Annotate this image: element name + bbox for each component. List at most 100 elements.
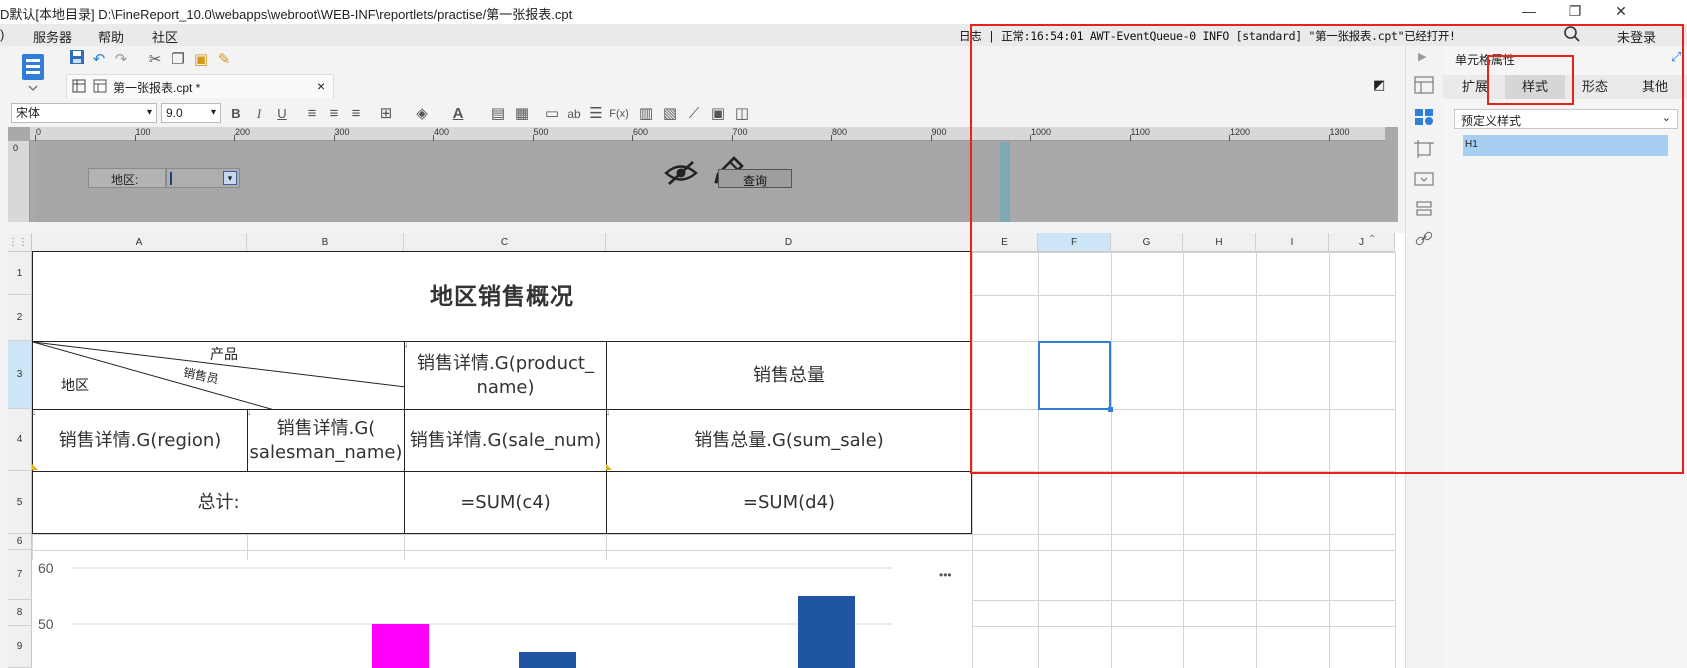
align-center-icon[interactable]: ≡ [323, 103, 345, 125]
bold-button[interactable]: B [225, 103, 247, 125]
cell-c3[interactable]: 销售详情.G(product_ name) [404, 341, 607, 410]
close-window-button[interactable]: ✕ [1598, 0, 1644, 22]
cut-icon[interactable]: ✂ [144, 49, 166, 71]
column-header-a[interactable]: A [32, 233, 247, 252]
chart-bar[interactable] [372, 624, 429, 668]
scroll-up-icon[interactable]: ⌃ [1368, 234, 1376, 245]
column-header-i[interactable]: I [1256, 233, 1329, 252]
float-element-icon[interactable] [1414, 140, 1434, 161]
panel-toggle-icon[interactable]: ◩ [1373, 77, 1385, 93]
redo-icon[interactable]: ↷ [110, 49, 132, 71]
cell-a5[interactable]: 总计: [32, 471, 405, 534]
combo-dropdown-icon[interactable]: ▾ [223, 171, 237, 185]
cell-b4[interactable]: 销售详情.G( salesman_name) [247, 409, 405, 472]
cell-d5[interactable]: =SUM(d4) [606, 471, 972, 534]
row-header-2[interactable]: 2 [8, 295, 32, 341]
tab-expand[interactable]: 扩展 [1445, 75, 1505, 99]
menu-server[interactable]: 服务器 [33, 27, 72, 46]
cell-c4[interactable]: 销售详情.G(sale_num) [404, 409, 607, 472]
font-size-select[interactable]: 9.0 ▾ [161, 103, 221, 123]
tab-close-button[interactable]: × [317, 78, 325, 94]
column-header-j[interactable]: J [1329, 233, 1395, 252]
cell-a4[interactable]: 销售详情.G(region) [32, 409, 248, 472]
merge-cells-icon[interactable]: ▤ [487, 103, 509, 125]
italic-button[interactable]: I [248, 103, 270, 125]
chart-more-button[interactable]: ••• [939, 568, 952, 582]
align-left-icon[interactable]: ≡ [301, 103, 323, 125]
column-header-h[interactable]: H [1183, 233, 1256, 252]
template-menu-icon[interactable] [19, 52, 47, 94]
row-header-7[interactable]: 7 [8, 550, 32, 600]
region-combo[interactable]: ▾ [166, 168, 240, 188]
undo-icon[interactable]: ↶ [88, 49, 110, 71]
row-header-6[interactable]: 6 [8, 534, 32, 550]
column-header-b[interactable]: B [247, 233, 404, 252]
parameter-resize-handle[interactable] [1000, 142, 1010, 222]
fill-handle[interactable] [1108, 407, 1113, 412]
insert-slash-icon[interactable]: ⟋ [683, 103, 705, 125]
collapse-arrow-icon[interactable]: ▶ [1418, 50, 1426, 63]
tab-style[interactable]: 样式 [1505, 75, 1565, 99]
cell-c5[interactable]: =SUM(c4) [404, 471, 607, 534]
insert-rich-text-button[interactable]: ab [563, 103, 585, 125]
hide-eye-icon[interactable] [664, 160, 698, 189]
font-family-select[interactable]: 宋体 ▾ [11, 103, 157, 123]
cell-d4[interactable]: 销售总量.G(sum_sale) [606, 409, 972, 472]
insert-chart-icon[interactable]: ▥ [635, 103, 657, 125]
chart-widget[interactable]: 60 50 ••• [32, 560, 972, 668]
selected-cell-f3[interactable] [1038, 341, 1111, 410]
minimize-button[interactable]: — [1506, 0, 1552, 22]
row-header-9[interactable]: 9 [8, 626, 32, 668]
row-header-5[interactable]: 5 [8, 471, 32, 534]
cell-a1-title[interactable]: 地区销售概况 [32, 251, 972, 342]
fill-color-icon[interactable]: ◈ [411, 103, 433, 125]
insert-text-icon[interactable]: ▭ [541, 103, 563, 125]
insert-float-icon[interactable]: ◫ [731, 103, 753, 125]
row-header-8[interactable]: 8 [8, 600, 32, 626]
menu-help[interactable]: 帮助 [98, 27, 124, 46]
grid-view-icon[interactable] [72, 79, 86, 96]
cell-element-icon[interactable] [1414, 76, 1434, 97]
insert-image-icon[interactable]: ▧ [659, 103, 681, 125]
hyperlink-icon[interactable] [1414, 230, 1434, 251]
chart-bar[interactable] [798, 596, 855, 668]
insert-formula-button[interactable]: F(x) [608, 103, 630, 125]
column-header-g[interactable]: G [1111, 233, 1183, 252]
report-tab[interactable]: 第一张报表.cpt * × [66, 74, 334, 98]
select-all-corner[interactable]: ⋮⋮⋮ [8, 233, 38, 252]
pin-icon[interactable]: ⤢ [1671, 49, 1681, 65]
unmerge-cells-icon[interactable]: ▦ [511, 103, 533, 125]
parameter-canvas[interactable]: 地区: ▾ 查询 [36, 142, 1001, 222]
cell-attribute-icon[interactable] [1414, 108, 1434, 129]
insert-list-icon[interactable]: ☰ [585, 103, 607, 125]
style-item-h1[interactable]: H1 [1463, 135, 1668, 156]
row-header-1[interactable]: 1 [8, 252, 32, 295]
cell-a3-slash-header[interactable]: 产品 销售员 地区 [32, 341, 406, 411]
column-header-d[interactable]: D [606, 233, 972, 252]
row-header-4[interactable]: 4 [8, 409, 32, 471]
tab-other[interactable]: 其他 [1625, 75, 1685, 99]
column-header-e[interactable]: E [972, 233, 1038, 252]
column-header-f[interactable]: F [1038, 233, 1111, 252]
align-right-icon[interactable]: ≡ [345, 103, 367, 125]
tab-form[interactable]: 形态 [1565, 75, 1625, 99]
copy-icon[interactable]: ❐ [167, 49, 189, 71]
menu-community[interactable]: 社区 [152, 27, 178, 46]
chart-bar[interactable] [519, 652, 576, 668]
paste-icon[interactable]: ▣ [190, 49, 212, 71]
search-icon[interactable] [1563, 25, 1581, 46]
restore-button[interactable]: ❐ [1552, 0, 1598, 22]
column-header-c[interactable]: C [404, 233, 606, 252]
login-link[interactable]: 未登录 [1617, 27, 1656, 46]
underline-button[interactable]: U [271, 103, 293, 125]
row-header-3[interactable]: 3 [8, 341, 32, 409]
font-color-icon[interactable]: A [447, 103, 469, 125]
save-icon[interactable] [66, 49, 88, 71]
query-button[interactable]: 查询 [712, 156, 792, 188]
format-painter-icon[interactable]: ✎ [213, 49, 235, 71]
widget-settings-icon[interactable] [1414, 170, 1434, 191]
insert-subreport-icon[interactable]: ▣ [707, 103, 729, 125]
cell-d3[interactable]: 销售总量 [606, 341, 972, 410]
predefined-style-select[interactable]: 预定义样式 ⌄ [1454, 109, 1678, 129]
border-icon[interactable]: ⊞ [375, 103, 397, 125]
